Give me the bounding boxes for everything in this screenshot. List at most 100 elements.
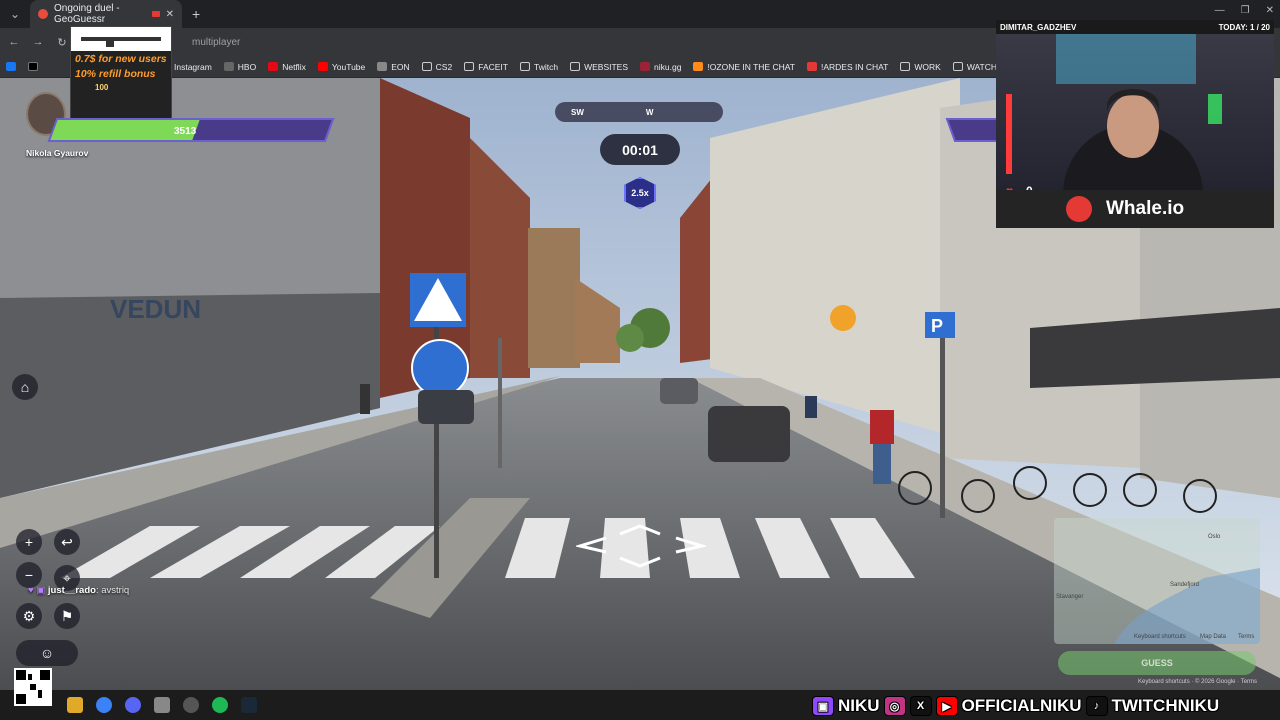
tab-geoguessr[interactable]: Ongoing duel - GeoGuessr ✕ [30, 0, 182, 28]
folder-icon [421, 62, 432, 71]
handle-twitchniku: TWITCHNIKU [1111, 696, 1220, 715]
map-label-oslo: Oslo [1208, 534, 1221, 540]
close-tab-icon[interactable]: ✕ [166, 9, 174, 20]
chat-username: just__rado [47, 585, 96, 596]
niku-icon [640, 62, 651, 71]
navigation-arrows-icon[interactable] [576, 524, 706, 568]
spotify-icon[interactable] [212, 697, 228, 713]
steam-like-icon[interactable] [183, 697, 199, 713]
webcam-video: ♥ 0 [996, 34, 1274, 190]
sponsor-brand: Whale.io [1106, 198, 1185, 219]
map-label-stavanger: Stavanger [1056, 594, 1084, 600]
bookmark-5[interactable]: CS2 [421, 62, 452, 72]
bookmark-7[interactable]: Twitch [519, 62, 558, 72]
streamer-name: DIMITAR_GADZHEV [1000, 22, 1077, 32]
maximize-icon[interactable]: ❐ [1241, 5, 1250, 16]
rifle-icon [81, 37, 161, 47]
ozone-icon [693, 62, 704, 71]
settings-gear-icon[interactable]: ⚙ [16, 603, 42, 629]
x-icon [28, 62, 38, 71]
tab-search-icon[interactable]: ⌄ [4, 3, 26, 25]
url-field[interactable]: multiplayer [192, 37, 240, 48]
svg-text:P: P [931, 316, 943, 336]
whale-logo-icon [1066, 196, 1092, 222]
today-counter: TODAY: 1 / 20 [1218, 22, 1270, 32]
tab-title: Ongoing duel - GeoGuessr [54, 3, 120, 25]
bookmark-2-icon [268, 62, 279, 71]
chat-toggle-icon[interactable]: ⌂ [12, 374, 38, 400]
svg-text:VEDUN: VEDUN [110, 294, 201, 324]
bookmark-4[interactable]: EON [377, 62, 410, 72]
map-terms-link[interactable]: Terms [1238, 634, 1254, 640]
map-data-label: Map Data [1200, 634, 1227, 640]
map-label-sandefjord: Sandefjord [1170, 582, 1200, 588]
folder-icon [570, 62, 581, 71]
folder-icon [900, 62, 911, 71]
compass: SW W [555, 102, 723, 122]
zoom-in-button[interactable]: + [16, 529, 42, 555]
bookmark-x[interactable] [28, 62, 38, 71]
ardes-icon [806, 62, 817, 71]
back-icon[interactable]: ← [4, 36, 24, 48]
bookmark-6[interactable]: FACEIT [464, 62, 508, 72]
promo-logo [71, 27, 171, 51]
chat-badge-icon: ♥ ▣ [28, 585, 46, 596]
promo-line-2: 10% refill bonus [75, 68, 156, 80]
geoguessr-favicon-icon [38, 9, 48, 19]
tiktok-icon: ♪ [1085, 696, 1108, 716]
steam-icon[interactable] [241, 697, 257, 713]
map-keyboard-shortcuts[interactable]: Keyboard shortcuts [1134, 634, 1186, 640]
guess-button[interactable]: GUESS [1058, 651, 1256, 675]
handle-niku: NIKU [838, 696, 880, 715]
bookmark-3-icon [317, 62, 328, 71]
chrome-icon[interactable] [96, 697, 112, 713]
close-window-icon[interactable]: ✕ [1266, 5, 1274, 16]
minimize-icon[interactable]: — [1215, 5, 1225, 16]
player-name: Nikola Gyaurov [26, 148, 89, 158]
guess-minimap[interactable]: Oslo Stavanger Sandefjord Keyboard short… [1054, 518, 1260, 644]
social-handles: ▣ NIKU ◎ X ▶ OFFICIALNIKU ♪ TWITCHNIKU [812, 694, 1219, 718]
recording-icon [151, 11, 160, 17]
app-icon[interactable] [154, 697, 170, 713]
screen: ⌄ Ongoing duel - GeoGuessr ✕ + — ❐ ✕ ← →… [0, 0, 1280, 720]
promo-amount: 100 [95, 83, 109, 92]
instagram-icon: ◎ [883, 696, 906, 716]
discord-icon[interactable] [125, 697, 141, 713]
folder-icon [519, 62, 530, 71]
file-explorer-icon[interactable] [67, 697, 83, 713]
bookmark-11[interactable]: !ARDES IN CHAT [806, 62, 888, 72]
forward-icon[interactable]: → [28, 36, 48, 48]
webcam-header: DIMITAR_GADZHEV TODAY: 1 / 20 [996, 20, 1274, 34]
chat-message: ♥ ▣ just__rado: avstriq [28, 585, 130, 596]
bookmark-10[interactable]: !OZONE IN THE CHAT [693, 62, 795, 72]
promo-banner[interactable]: 0.7$ for new users 10% refill bonus 100 [70, 26, 172, 126]
bookmark-4-icon [377, 62, 388, 71]
folder-icon [464, 62, 475, 71]
twitch-icon: ▣ [812, 696, 834, 716]
bookmark-1-icon [223, 62, 234, 71]
window-controls: — ❐ ✕ [1215, 5, 1274, 16]
facebook-icon [6, 62, 16, 71]
flag-icon[interactable]: ⚑ [54, 603, 80, 629]
round-timer: 00:01 [600, 134, 680, 165]
reload-icon[interactable]: ↻ [52, 36, 72, 49]
bookmark-2[interactable]: Netflix [268, 62, 306, 72]
qr-pattern [16, 670, 50, 704]
bookmark-12[interactable]: WORK [900, 62, 941, 72]
spectators-button[interactable]: ☺ [16, 640, 78, 666]
youtube-icon: ▶ [935, 696, 958, 716]
google-attribution: Keyboard shortcuts · © 2026 Google · Ter… [1138, 679, 1258, 685]
chat-text: avstriq [101, 585, 130, 596]
bookmark-1[interactable]: HBO [223, 62, 256, 72]
folder-icon [952, 62, 963, 71]
undo-move-button[interactable]: ↩ [54, 529, 80, 555]
handle-officialniku: OFFICIALNIKU [961, 696, 1082, 715]
bookmark-9[interactable]: niku.gg [640, 62, 681, 72]
sponsor-banner: Whale.io [996, 190, 1274, 228]
bookmark-facebook[interactable] [6, 62, 16, 71]
bookmark-8[interactable]: WEBSITES [570, 62, 628, 72]
webcam-overlay: DIMITAR_GADZHEV TODAY: 1 / 20 ♥ 0 Whale.… [996, 20, 1274, 228]
bookmark-3[interactable]: YouTube [317, 62, 365, 72]
new-tab-button[interactable]: + [192, 6, 200, 22]
compass-label-sw: SW [571, 107, 584, 117]
